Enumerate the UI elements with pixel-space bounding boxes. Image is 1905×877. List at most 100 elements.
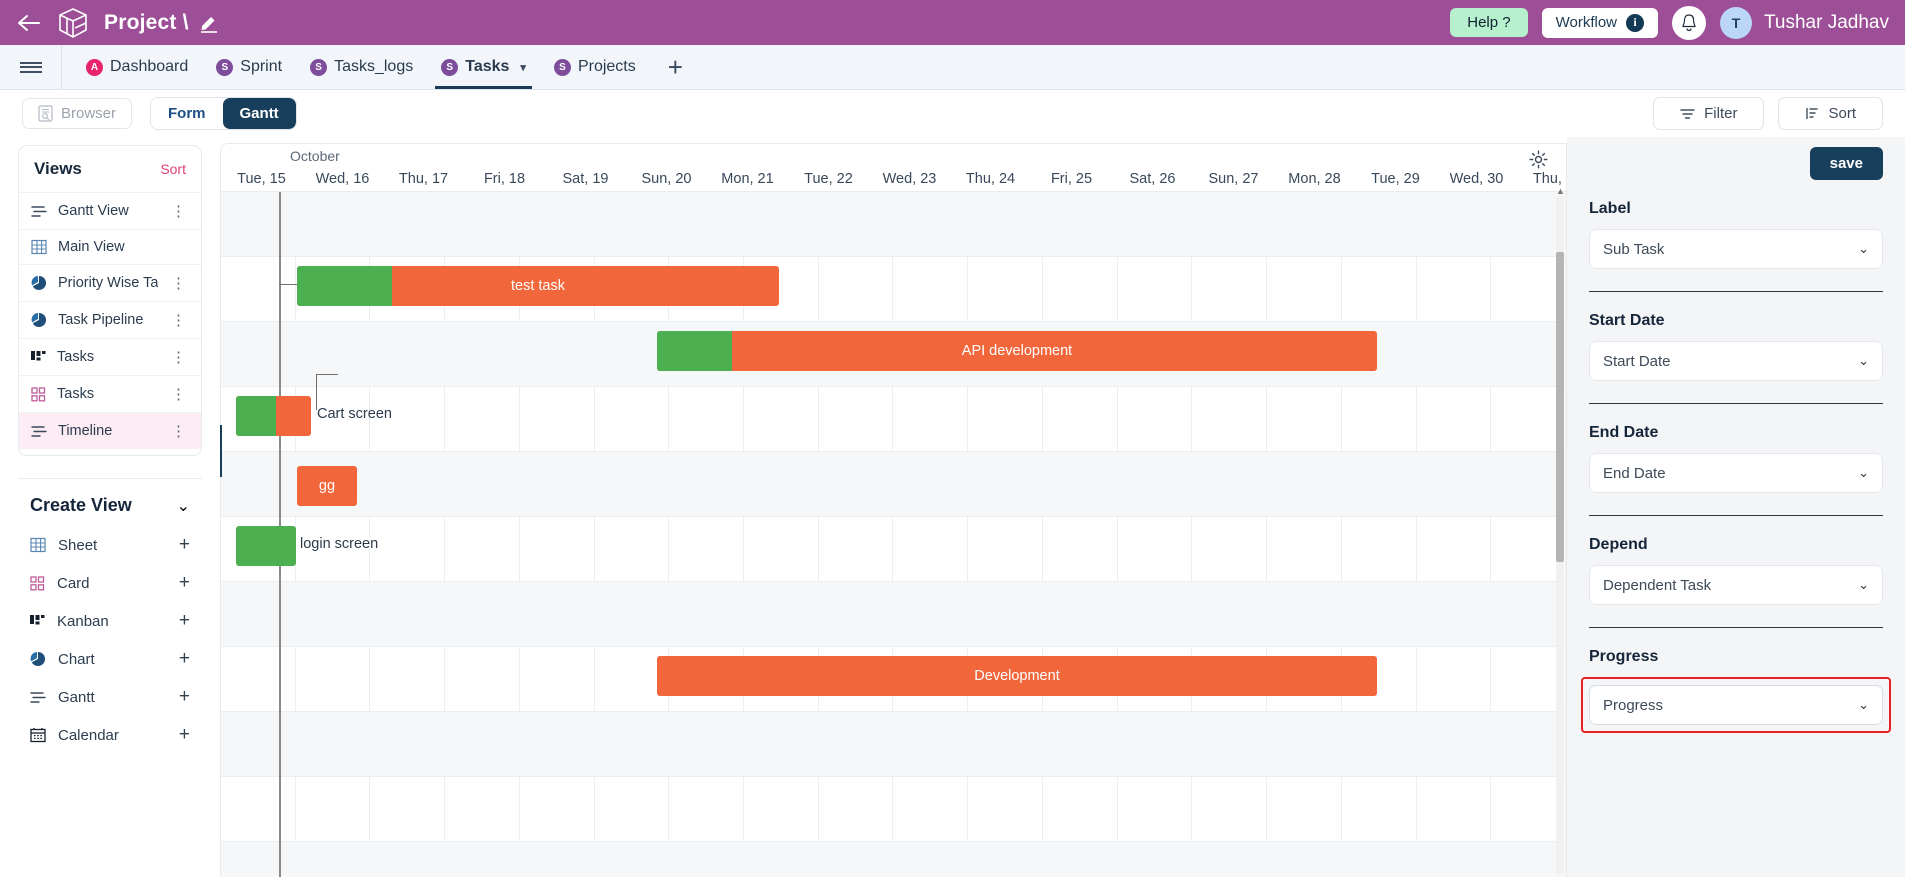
field-label: Progress	[1589, 648, 1659, 665]
add-icon[interactable]: +	[179, 610, 190, 632]
edit-pencil-icon[interactable]	[199, 13, 219, 33]
user-name: Tushar Jadhav	[1764, 11, 1889, 33]
tab-label: Tasks	[465, 58, 510, 75]
tab-projects[interactable]: S Projects	[540, 45, 650, 89]
chevron-down-icon[interactable]: ▾	[520, 61, 526, 74]
browser-icon	[38, 105, 53, 122]
gantt-day: Thu, 17	[398, 171, 449, 187]
gantt-bar-gg[interactable]: gg	[297, 466, 357, 506]
row-menu-icon[interactable]: ⋮	[169, 274, 189, 292]
gantt-row	[221, 192, 1566, 257]
gantt-date-header: October Tue, 15 Wed, 16 Thu, 17 Fri, 18 …	[221, 144, 1566, 192]
gantt-bar-label: API development	[961, 343, 1073, 359]
tab-tasks-logs[interactable]: S Tasks_logs	[296, 45, 427, 89]
sort-button[interactable]: Sort	[1778, 97, 1883, 130]
gantt-day: Tue, 15	[237, 171, 286, 187]
gantt-day: Wed, 16	[315, 171, 370, 187]
create-view-kanban[interactable]: Kanban +	[18, 602, 202, 640]
sidebar-collapse-handle[interactable]: ‹	[220, 425, 222, 477]
sidebar-item-tasks-kanban[interactable]: Tasks ⋮	[19, 338, 201, 375]
gear-icon[interactable]	[1529, 150, 1548, 169]
gantt-toggle[interactable]: Gantt	[222, 98, 296, 129]
chevron-down-icon: ⌄	[1858, 697, 1869, 712]
sidebar-item-main-view[interactable]: Main View	[19, 229, 201, 264]
browser-button[interactable]: Browser	[22, 98, 133, 129]
gantt-bar-login-screen[interactable]	[236, 526, 296, 566]
gantt-day: Wed, 30	[1449, 171, 1504, 187]
filter-button[interactable]: Filter	[1653, 97, 1765, 130]
gantt-row	[221, 452, 1566, 517]
row-menu-icon[interactable]: ⋮	[169, 385, 189, 403]
gantt-bar-test-task[interactable]: test task	[297, 266, 779, 306]
calendar-icon	[30, 727, 46, 743]
chevron-down-icon[interactable]: ⌄	[177, 496, 190, 516]
back-arrow-icon[interactable]	[16, 10, 42, 36]
gantt-icon	[30, 691, 46, 704]
sidebar-item-gantt-view[interactable]: Gantt View ⋮	[19, 192, 201, 229]
sidebar-item-priority-wise[interactable]: Priority Wise Ta… ⋮	[19, 264, 201, 301]
gantt-bar-development[interactable]: Development	[657, 656, 1377, 696]
menu-hamburger-icon[interactable]	[0, 45, 62, 89]
progress-select[interactable]: Progress ⌄	[1589, 685, 1883, 725]
scrollbar-thumb[interactable]	[1556, 252, 1564, 562]
tab-label: Dashboard	[110, 58, 189, 75]
gantt-vertical-scrollbar[interactable]: ▲	[1556, 186, 1565, 874]
add-icon[interactable]: +	[179, 724, 190, 746]
sidebar-item-label: Gantt View	[58, 203, 129, 219]
add-icon[interactable]: +	[179, 686, 190, 708]
row-menu-icon[interactable]: ⋮	[169, 348, 189, 366]
create-view-card[interactable]: Card +	[18, 564, 202, 602]
row-menu-icon[interactable]: ⋮	[169, 202, 189, 220]
field-group-depend: Depend Dependent Task ⌄	[1589, 515, 1883, 605]
tab-badge-icon: S	[441, 58, 459, 76]
views-panel: Views Sort Gantt View ⋮ Main View Priori…	[18, 145, 202, 456]
create-view-title: Create View	[30, 495, 132, 515]
app-logo-icon	[56, 6, 90, 40]
sidebar-item-label: Tasks	[57, 349, 95, 365]
kanban-icon	[31, 350, 46, 364]
help-button[interactable]: Help ?	[1450, 8, 1528, 37]
create-view-label: Gantt	[58, 688, 95, 706]
field-group-end-date: End Date End Date ⌄	[1589, 403, 1883, 493]
add-icon[interactable]: +	[179, 572, 190, 594]
tab-sprint[interactable]: S Sprint	[202, 45, 296, 89]
sidebar-item-tasks-card[interactable]: Tasks ⋮	[19, 375, 201, 412]
gantt-row	[221, 517, 1566, 582]
create-view-header[interactable]: Create View ⌄	[18, 481, 202, 526]
gantt-row	[221, 777, 1566, 842]
chevron-down-icon: ⌄	[1858, 465, 1869, 480]
create-view-calendar[interactable]: Calendar +	[18, 716, 202, 754]
gantt-bar-cart-screen[interactable]	[236, 396, 311, 436]
create-view-chart[interactable]: Chart +	[18, 640, 202, 678]
views-sort-link[interactable]: Sort	[160, 161, 186, 177]
label-select[interactable]: Sub Task ⌄	[1589, 229, 1883, 269]
form-toggle[interactable]: Form	[151, 98, 223, 129]
sidebar-item-task-pipeline[interactable]: Task Pipeline ⋮	[19, 301, 201, 338]
add-icon[interactable]: +	[179, 534, 190, 556]
sidebar-item-timeline[interactable]: Timeline ⋮	[19, 412, 201, 449]
tab-dashboard[interactable]: A Dashboard	[72, 45, 202, 89]
row-menu-icon[interactable]: ⋮	[169, 311, 189, 329]
settings-panel: save Label Sub Task ⌄ Start Date Start D…	[1567, 137, 1905, 877]
add-icon[interactable]: +	[179, 648, 190, 670]
create-view-sheet[interactable]: Sheet +	[18, 526, 202, 564]
gantt-day: Fri, 18	[483, 171, 526, 187]
notifications-button[interactable]	[1672, 5, 1707, 40]
create-view-gantt[interactable]: Gantt +	[18, 678, 202, 716]
add-tab-button[interactable]: +	[650, 45, 701, 89]
scroll-up-arrow-icon[interactable]: ▲	[1556, 186, 1565, 196]
gantt-bar-api-development[interactable]: API development	[657, 331, 1377, 371]
avatar[interactable]: T	[1720, 6, 1753, 39]
end-date-select[interactable]: End Date ⌄	[1589, 453, 1883, 493]
tab-tasks[interactable]: S Tasks ▾	[427, 45, 540, 89]
gantt-day: Tue, 29	[1371, 171, 1420, 187]
workflow-button[interactable]: Workflow i	[1541, 7, 1659, 38]
gantt-chart: October Tue, 15 Wed, 16 Thu, 17 Fri, 18 …	[220, 143, 1567, 877]
filter-label: Filter	[1704, 105, 1738, 122]
row-menu-icon[interactable]: ⋮	[169, 422, 189, 440]
save-button[interactable]: save	[1809, 147, 1883, 180]
depend-select[interactable]: Dependent Task ⌄	[1589, 565, 1883, 605]
gantt-bar-label: test task	[511, 278, 565, 294]
create-view-label: Sheet	[58, 536, 98, 554]
start-date-select[interactable]: Start Date ⌄	[1589, 341, 1883, 381]
